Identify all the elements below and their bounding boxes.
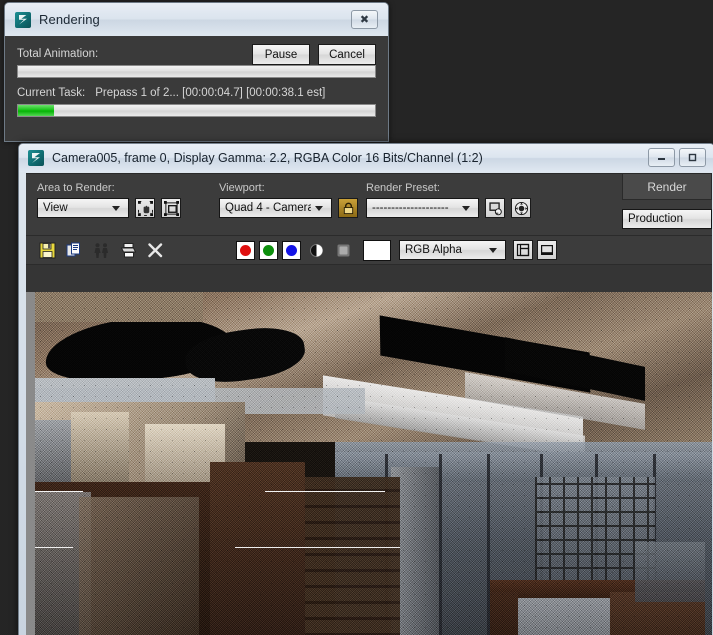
total-animation-progressbar [17,65,376,78]
rendered-frame-window: Camera005, frame 0, Display Gamma: 2.2, … [18,143,713,635]
frame-window-client: Area to Render: View Viewport: Quad 4 - … [26,173,712,635]
render-preset-row: -------------------- [366,198,566,218]
image-toolbar: RGB Alpha [26,236,712,265]
render-preset-value: -------------------- [372,202,449,214]
render-mode-select[interactable]: Production [622,209,712,229]
3dsmax-logo-icon [15,11,31,28]
rendering-dialog-title: Rendering [39,12,100,27]
clone-image-icon[interactable] [64,240,85,261]
alpha-channel-icon[interactable] [306,240,327,261]
rendering-dialog-body: Pause Cancel Total Animation: Current Ta… [5,36,388,141]
green-channel-icon[interactable] [259,240,278,260]
print-image-icon[interactable] [118,240,139,261]
frame-window-controls [648,148,706,167]
cancel-button[interactable]: Cancel [318,44,376,65]
rendered-image-viewport[interactable] [26,292,712,635]
chevron-down-icon [489,247,497,253]
chevron-down-icon [112,205,120,211]
viewport-label: Viewport: [219,182,265,194]
viewport-value: Quad 4 - Camera( [225,202,311,214]
area-to-render-select[interactable]: View [37,198,129,218]
current-task-line: Current Task: Prepass 1 of 2... [00:00:04… [17,87,376,99]
viewport-select[interactable]: Quad 4 - Camera( [219,198,332,218]
desktop-background: Rendering ✖ Pause Cancel Total Animation… [0,0,713,635]
render-setup-icon[interactable] [485,198,505,218]
chevron-down-icon [462,205,470,211]
close-button-wrap[interactable]: ✖ [351,10,378,29]
render-button[interactable]: Render [622,174,712,200]
current-task-progressbar [17,104,376,117]
current-task-value: Prepass 1 of 2... [00:00:04.7] [00:00:38… [95,87,326,99]
frame-window-title: Camera005, frame 0, Display Gamma: 2.2, … [52,151,483,165]
restore-icon[interactable] [679,148,706,167]
render-preset-select[interactable]: -------------------- [366,198,479,218]
background-color-swatch[interactable] [363,239,391,261]
save-image-icon[interactable] [37,240,58,261]
area-to-render-row: View [37,198,187,218]
channel-display-select[interactable]: RGB Alpha [399,240,506,260]
rendered-image[interactable] [35,292,712,635]
chevron-down-icon [315,205,323,211]
red-channel-icon[interactable] [236,240,255,260]
rendering-progress-dialog: Rendering ✖ Pause Cancel Total Animation… [4,2,389,142]
clear-image-icon[interactable] [145,240,166,261]
viewport-row: Quad 4 - Camera( [219,198,369,218]
render-action-group: Render Production [622,174,712,229]
current-task-label: Current Task: [17,87,86,99]
pause-button[interactable]: Pause [252,44,310,65]
area-to-render-group: Area to Render: View [37,182,187,218]
edit-region-icon[interactable] [161,198,181,218]
environment-icon[interactable] [511,198,531,218]
monochrome-icon[interactable] [333,240,354,261]
render-preset-label: Render Preset: [366,182,440,194]
rendering-dialog-titlebar[interactable]: Rendering ✖ [5,3,388,36]
blue-channel-icon[interactable] [282,240,301,260]
viewport-group: Viewport: Quad 4 - Camera( [219,182,369,218]
rendering-dialog-buttons: Pause Cancel [252,44,376,65]
current-task-progress-fill [18,105,54,116]
toggle-ui-icon[interactable] [537,240,557,260]
compare-images-icon[interactable] [91,240,112,261]
render-preset-group: Render Preset: -------------------- [366,182,566,218]
total-animation-label: Total Animation: [17,48,99,60]
area-to-render-label: Area to Render: [37,182,115,194]
close-icon[interactable]: ✖ [351,10,378,29]
minimize-icon[interactable] [648,148,675,167]
channel-display-value: RGB Alpha [405,244,462,256]
render-control-strip: Area to Render: View Viewport: Quad 4 - … [26,174,712,236]
hand-region-icon[interactable] [135,198,155,218]
3dsmax-logo-icon [28,150,44,166]
duplicate-window-icon[interactable] [513,240,533,260]
image-left-gutter [26,410,35,635]
area-to-render-value: View [43,202,68,214]
frame-window-titlebar[interactable]: Camera005, frame 0, Display Gamma: 2.2, … [19,144,713,172]
lock-icon[interactable] [338,198,358,218]
